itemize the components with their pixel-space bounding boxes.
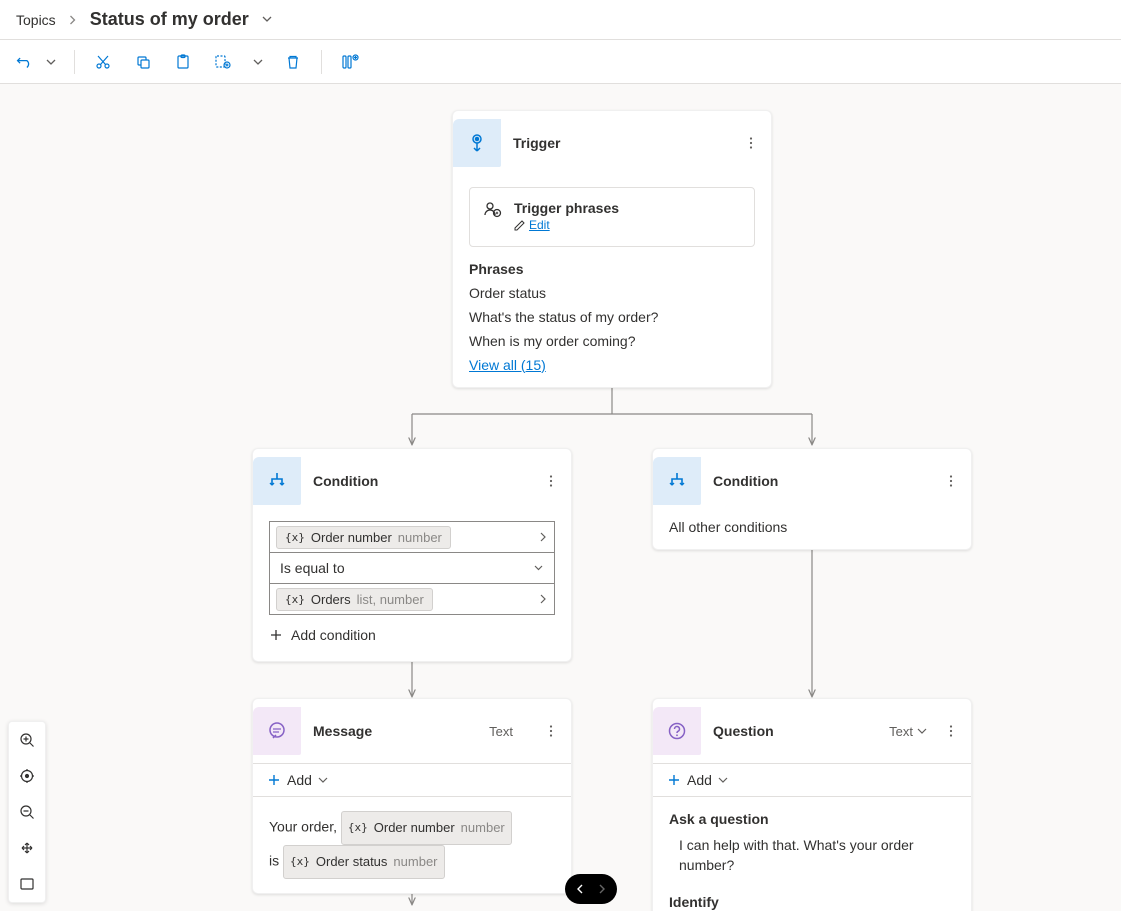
copy-button[interactable] bbox=[129, 48, 157, 76]
variables-button[interactable] bbox=[336, 48, 364, 76]
variable-chip: {x} Order number number bbox=[276, 526, 451, 549]
trigger-title: Trigger bbox=[513, 135, 727, 151]
more-button[interactable] bbox=[939, 719, 963, 743]
minimap-button[interactable] bbox=[9, 866, 45, 902]
question-type-selector[interactable]: Text bbox=[889, 724, 927, 739]
variable-chip: {x} Order status number bbox=[283, 845, 444, 879]
chevron-right-icon bbox=[538, 591, 548, 607]
variable-chip: {x} Order number number bbox=[341, 811, 512, 845]
phrases-heading: Phrases bbox=[469, 261, 755, 277]
advanced-paste-button[interactable] bbox=[209, 48, 237, 76]
condition-icon bbox=[653, 457, 701, 505]
condition-variable-row[interactable]: {x} Order number number bbox=[269, 521, 555, 553]
cut-button[interactable] bbox=[89, 48, 117, 76]
chevron-right-icon bbox=[68, 12, 78, 28]
all-other-conditions-text: All other conditions bbox=[669, 519, 955, 535]
message-node[interactable]: Message Text Add Your order, {x} Order n… bbox=[252, 698, 572, 894]
question-prompt-text[interactable]: I can help with that. What's your order … bbox=[679, 835, 955, 876]
phrase-item: When is my order coming? bbox=[469, 329, 755, 353]
trigger-phrases-card[interactable]: Trigger phrases Edit bbox=[469, 187, 755, 247]
message-content[interactable]: Your order, {x} Order number number is {… bbox=[253, 797, 571, 893]
chevron-down-icon bbox=[533, 560, 544, 576]
zoom-fit-button[interactable] bbox=[9, 758, 45, 794]
separator bbox=[321, 50, 322, 74]
paste-button[interactable] bbox=[169, 48, 197, 76]
question-icon bbox=[653, 707, 701, 755]
breadcrumb: Topics Status of my order bbox=[0, 0, 1121, 40]
condition-node-right[interactable]: Condition All other conditions bbox=[652, 448, 972, 550]
toolbar bbox=[0, 40, 1121, 84]
authoring-canvas[interactable]: Trigger Trigger phrases Edit bbox=[0, 84, 1121, 911]
chevron-down-icon[interactable] bbox=[261, 12, 273, 28]
identify-heading: Identify bbox=[669, 894, 955, 910]
condition-title: Condition bbox=[713, 473, 927, 489]
undo-chevron-down[interactable] bbox=[42, 48, 60, 76]
breadcrumb-current: Status of my order bbox=[90, 9, 249, 30]
nav-next-button[interactable] bbox=[591, 878, 613, 900]
question-node[interactable]: Question Text Add Ask a question I can h… bbox=[652, 698, 972, 911]
condition-operator-row[interactable]: Is equal to bbox=[269, 552, 555, 584]
more-button[interactable] bbox=[739, 131, 763, 155]
zoom-out-button[interactable] bbox=[9, 794, 45, 830]
question-add-button[interactable]: Add bbox=[653, 763, 971, 797]
phrase-item: Order status bbox=[469, 281, 755, 305]
edit-phrases-link[interactable]: Edit bbox=[514, 218, 550, 232]
nav-prev-button[interactable] bbox=[569, 878, 591, 900]
nav-pill bbox=[565, 874, 617, 904]
paste-chevron-down[interactable] bbox=[249, 48, 267, 76]
separator bbox=[74, 50, 75, 74]
view-all-link[interactable]: View all (15) bbox=[469, 357, 546, 373]
ask-question-heading: Ask a question bbox=[669, 811, 955, 827]
trigger-icon bbox=[453, 119, 501, 167]
question-title: Question bbox=[713, 723, 877, 739]
more-button[interactable] bbox=[539, 469, 563, 493]
condition-icon bbox=[253, 457, 301, 505]
zoom-reset-button[interactable] bbox=[9, 830, 45, 866]
message-add-button[interactable]: Add bbox=[253, 763, 571, 797]
undo-button[interactable] bbox=[10, 48, 38, 76]
trigger-node[interactable]: Trigger Trigger phrases Edit bbox=[452, 110, 772, 388]
zoom-in-button[interactable] bbox=[9, 722, 45, 758]
message-type-selector[interactable]: Text bbox=[489, 724, 527, 739]
variable-chip: {x} Orders list, number bbox=[276, 588, 433, 611]
phrases-icon bbox=[482, 200, 502, 234]
condition-value-row[interactable]: {x} Orders list, number bbox=[269, 583, 555, 615]
chevron-right-icon bbox=[538, 529, 548, 545]
more-button[interactable] bbox=[539, 719, 563, 743]
delete-button[interactable] bbox=[279, 48, 307, 76]
message-title: Message bbox=[313, 723, 477, 739]
breadcrumb-root[interactable]: Topics bbox=[16, 12, 56, 28]
condition-title: Condition bbox=[313, 473, 527, 489]
zoom-panel bbox=[8, 721, 46, 903]
trigger-phrases-title: Trigger phrases bbox=[514, 200, 619, 216]
message-icon bbox=[253, 707, 301, 755]
condition-node-left[interactable]: Condition {x} Order number number Is equ… bbox=[252, 448, 572, 662]
more-button[interactable] bbox=[939, 469, 963, 493]
add-condition-button[interactable]: Add condition bbox=[269, 615, 555, 647]
phrase-item: What's the status of my order? bbox=[469, 305, 755, 329]
